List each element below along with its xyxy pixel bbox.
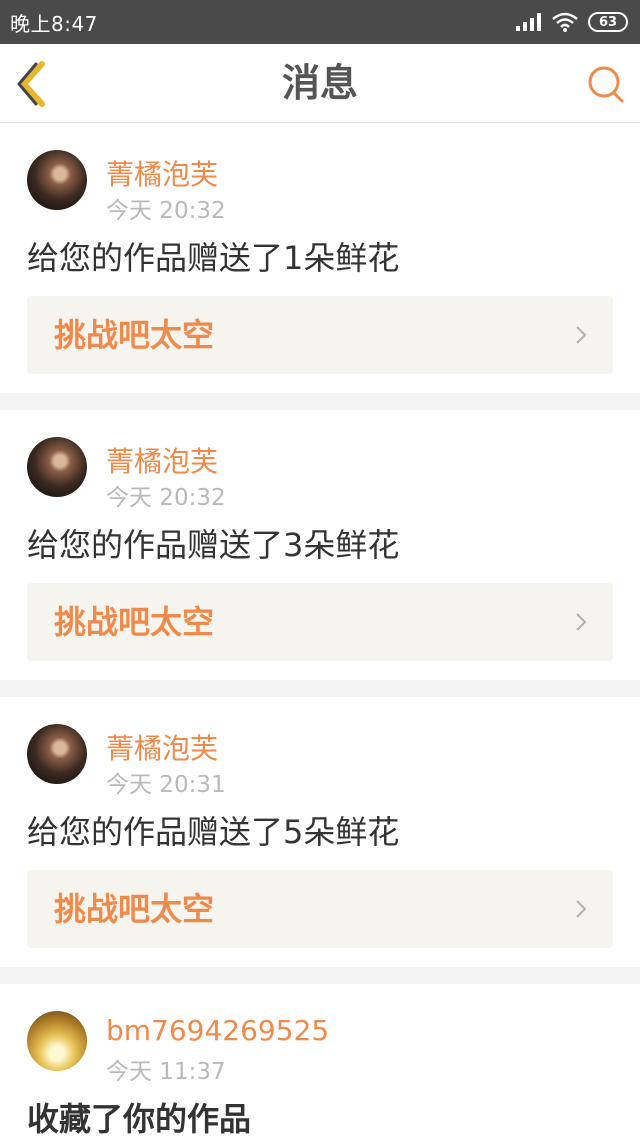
sender-name[interactable]: bm7694269525 [106, 1014, 329, 1047]
chevron-right-icon [576, 900, 587, 918]
avatar[interactable] [27, 150, 87, 210]
sender-name[interactable]: 菁橘泡芙 [106, 440, 218, 480]
message-text: 给您的作品赠送了1朵鲜花 [27, 239, 400, 277]
work-link[interactable]: 挑战吧太空 [27, 296, 613, 374]
signal-icon [516, 13, 541, 31]
wifi-icon [552, 12, 578, 32]
sender-name[interactable]: 菁橘泡芙 [106, 153, 218, 193]
work-title: 挑战吧太空 [54, 316, 215, 354]
work-title: 挑战吧太空 [54, 890, 215, 928]
message-card: 菁橘泡芙 今天 20:32 给您的作品赠送了1朵鲜花 挑战吧太空 [0, 123, 640, 393]
chevron-right-icon [576, 613, 587, 631]
status-time: 晚上8:47 [10, 11, 98, 36]
message-card: 菁橘泡芙 今天 20:31 给您的作品赠送了5朵鲜花 挑战吧太空 [0, 697, 640, 967]
avatar[interactable] [27, 724, 87, 784]
back-arrow-icon [17, 61, 45, 107]
message-card: bm7694269525 今天 11:37 收藏了你的作品 [0, 984, 640, 1138]
sender-name[interactable]: 菁橘泡芙 [106, 727, 218, 767]
chevron-right-icon [576, 326, 587, 344]
avatar[interactable] [27, 437, 87, 497]
work-link[interactable]: 挑战吧太空 [27, 583, 613, 661]
message-text: 收藏了你的作品 [27, 1100, 252, 1138]
message-card: 菁橘泡芙 今天 20:32 给您的作品赠送了3朵鲜花 挑战吧太空 [0, 410, 640, 680]
status-icons: 63 [516, 12, 628, 32]
header-bar: 消息 [0, 44, 640, 123]
search-button[interactable] [586, 64, 626, 104]
message-time: 今天 20:31 [106, 772, 226, 798]
status-bar: 晚上8:47 63 [0, 0, 640, 44]
search-icon [588, 66, 624, 103]
work-link[interactable]: 挑战吧太空 [27, 870, 613, 948]
message-time: 今天 20:32 [106, 198, 226, 224]
message-time: 今天 11:37 [106, 1059, 226, 1085]
message-time: 今天 20:32 [106, 485, 226, 511]
back-button[interactable] [14, 60, 54, 108]
avatar[interactable] [27, 1011, 87, 1071]
work-title: 挑战吧太空 [54, 603, 215, 641]
battery-icon: 63 [588, 12, 628, 32]
message-text: 给您的作品赠送了3朵鲜花 [27, 526, 400, 564]
page-title: 消息 [281, 61, 358, 105]
message-text: 给您的作品赠送了5朵鲜花 [27, 813, 400, 851]
